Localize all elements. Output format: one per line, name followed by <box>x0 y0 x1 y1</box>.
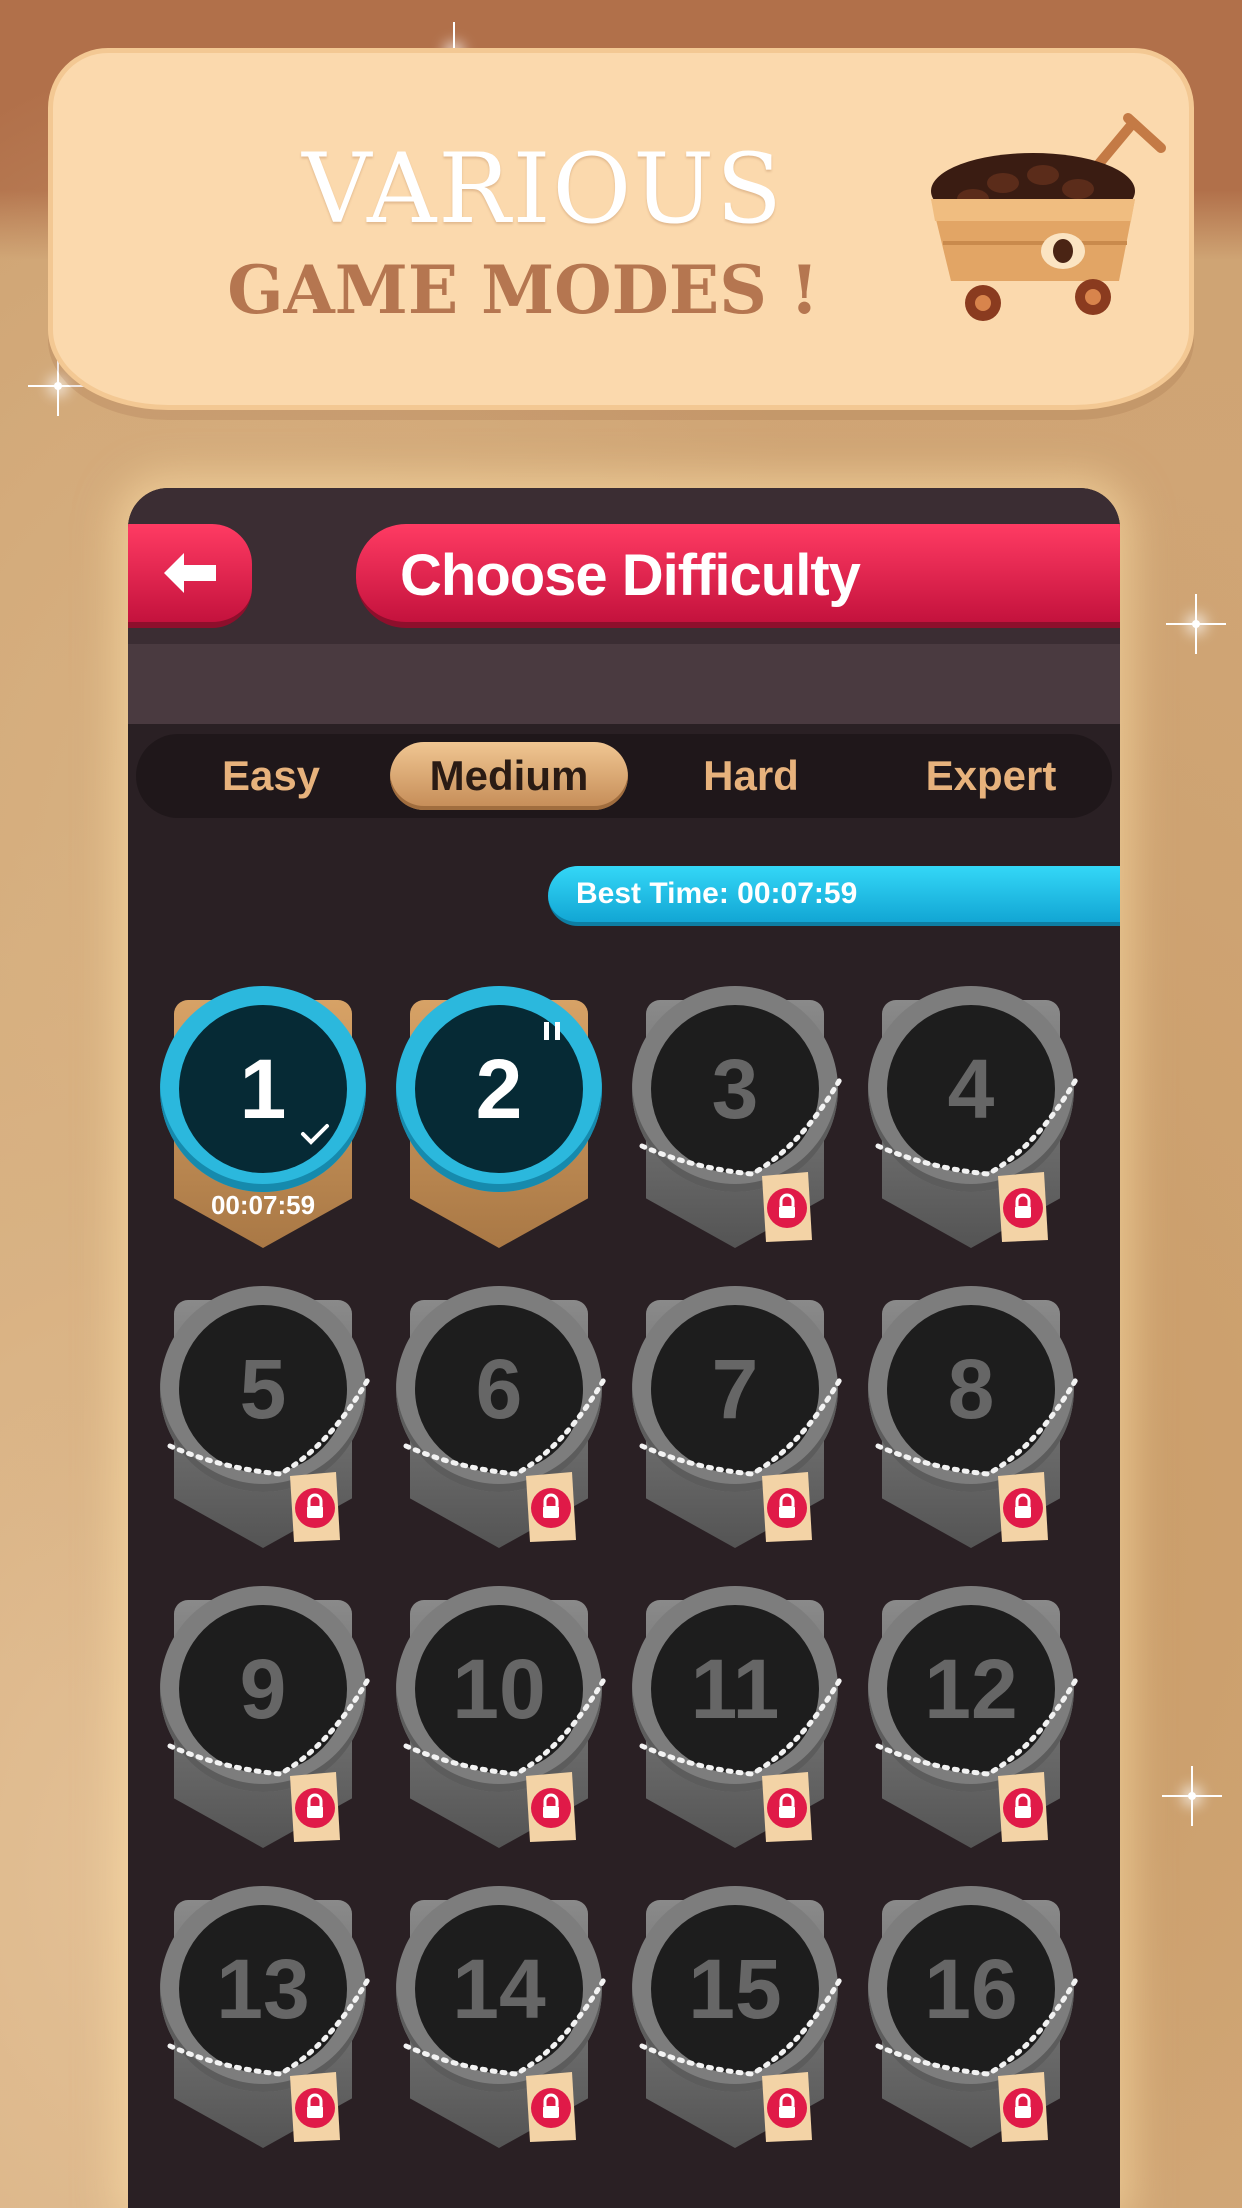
tab-easy[interactable]: Easy <box>152 742 390 810</box>
chain-icon <box>403 1973 609 2077</box>
lock-icon <box>290 1472 340 1542</box>
chain-icon <box>167 1973 373 2077</box>
coffee-cart-icon <box>931 113 1166 321</box>
level-button-15: 15 <box>632 1886 845 2156</box>
chain-icon <box>403 1673 609 1777</box>
level-button-1[interactable]: 1 00:07:59 <box>160 986 370 1256</box>
level-button-12: 12 <box>868 1586 1081 1856</box>
level-number: 1 <box>179 1005 347 1173</box>
chain-icon <box>639 1073 845 1177</box>
tab-hard[interactable]: Hard <box>632 742 870 810</box>
lock-icon <box>526 2072 576 2142</box>
chain-icon <box>875 1073 1081 1177</box>
chain-icon <box>167 1373 373 1477</box>
sparkle-decoration <box>1192 620 1200 628</box>
banner-title-line2: GAME MODES ! <box>227 251 819 329</box>
chain-icon <box>875 1373 1081 1477</box>
panel-divider-strip <box>128 644 1120 724</box>
lock-icon <box>762 2072 812 2142</box>
lock-icon <box>998 2072 1048 2142</box>
level-button-11: 11 <box>632 1586 845 1856</box>
back-button[interactable] <box>128 524 252 628</box>
lock-icon <box>998 1172 1048 1242</box>
level-button-5: 5 <box>160 1286 373 1556</box>
tab-medium[interactable]: Medium <box>390 742 628 810</box>
difficulty-panel: Choose Difficulty Easy Medium Hard Exper… <box>128 488 1120 2208</box>
chain-icon <box>639 1373 845 1477</box>
lock-icon <box>762 1472 812 1542</box>
chain-icon <box>639 1973 845 2077</box>
level-button-6: 6 <box>396 1286 609 1556</box>
in-progress-icon <box>544 1022 560 1040</box>
tab-expert[interactable]: Expert <box>872 742 1110 810</box>
lock-icon <box>998 1472 1048 1542</box>
difficulty-tabs: Easy Medium Hard Expert <box>136 734 1112 818</box>
level-button-10: 10 <box>396 1586 609 1856</box>
banner-title-line1: VARIOUS <box>302 133 784 245</box>
lock-icon <box>526 1772 576 1842</box>
chain-icon <box>167 1673 373 1777</box>
level-button-8: 8 <box>868 1286 1081 1556</box>
lock-icon <box>290 1772 340 1842</box>
chain-icon <box>875 1673 1081 1777</box>
level-button-16: 16 <box>868 1886 1081 2156</box>
best-time-badge: Best Time: 00:07:59 <box>548 866 1120 926</box>
chain-icon <box>403 1373 609 1477</box>
promo-banner: VARIOUS GAME MODES ! <box>48 48 1194 410</box>
chain-icon <box>875 1973 1081 2077</box>
title-bar: Choose Difficulty <box>356 524 1120 628</box>
sparkle-decoration <box>54 382 62 390</box>
lock-icon <box>526 1472 576 1542</box>
level-button-13: 13 <box>160 1886 373 2156</box>
lock-icon <box>998 1772 1048 1842</box>
level-button-2[interactable]: 2 <box>396 986 606 1256</box>
level-button-4: 4 <box>868 986 1081 1256</box>
lock-icon <box>762 1172 812 1242</box>
level-time: 00:07:59 <box>210 1190 316 1220</box>
sparkle-decoration <box>1188 1792 1196 1800</box>
level-button-9: 9 <box>160 1586 373 1856</box>
lock-icon <box>762 1772 812 1842</box>
level-button-3: 3 <box>632 986 845 1256</box>
lock-icon <box>290 2072 340 2142</box>
page-title: Choose Difficulty <box>400 543 861 608</box>
level-ring: 1 <box>160 986 366 1192</box>
level-button-14: 14 <box>396 1886 609 2156</box>
level-button-7: 7 <box>632 1286 845 1556</box>
back-arrow-icon <box>164 553 216 593</box>
checkmark-icon <box>301 1124 329 1145</box>
level-ring: 2 <box>396 986 602 1192</box>
chain-icon <box>639 1673 845 1777</box>
